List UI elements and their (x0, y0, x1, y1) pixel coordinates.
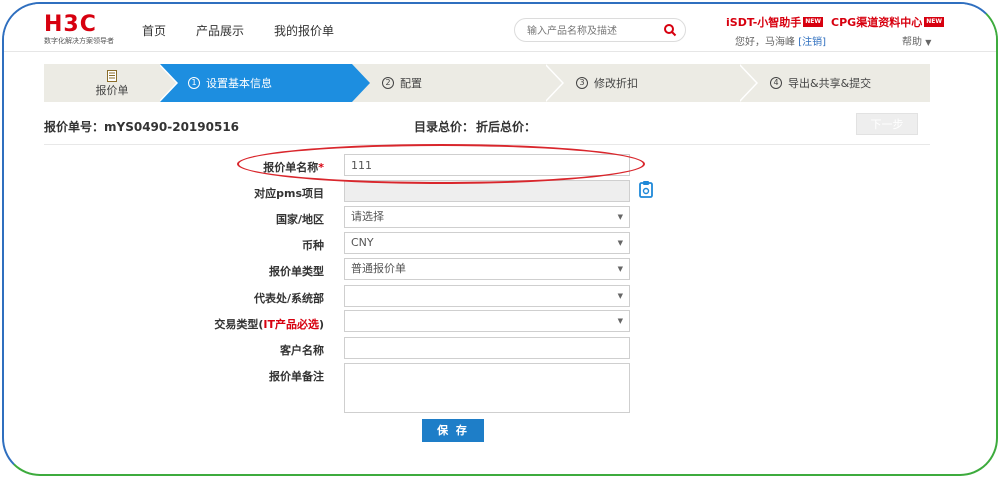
office-field-label: 代表处/系统部 (253, 292, 324, 305)
logout-link[interactable]: [注销] (798, 37, 826, 48)
active-step-arrow (352, 64, 370, 102)
country-field-label: 国家/地区 (275, 213, 324, 226)
dropdown-caret-icon: ▼ (617, 213, 623, 221)
dropdown-caret-icon: ▼ (617, 292, 623, 300)
step-quote[interactable]: 报价单 (84, 66, 140, 102)
quote-name-input[interactable] (344, 154, 630, 176)
step-label: 设置基本信息 (206, 77, 272, 90)
remark-textarea[interactable] (344, 363, 630, 413)
step-label: 配置 (400, 77, 422, 90)
step-4[interactable]: 4 导出&共享&提交 (770, 64, 871, 102)
step-number: 3 (576, 77, 588, 89)
search-icon[interactable] (663, 23, 677, 37)
step-quote-label: 报价单 (95, 84, 129, 97)
user-greeting: 您好，马海峰 (735, 37, 795, 48)
step-3[interactable]: 3 修改折扣 (576, 64, 638, 102)
step-separator (544, 64, 562, 102)
save-button[interactable]: 保 存 (422, 419, 484, 442)
customer-field-label: 客户名称 (280, 344, 324, 357)
cpg-link[interactable]: CPG渠道资料中心 (831, 14, 922, 30)
step-label: 导出&共享&提交 (788, 77, 872, 90)
trade-label-required-note: IT产品必选 (263, 318, 319, 331)
nav-home[interactable]: 首页 (142, 22, 166, 39)
user-greeting-line: 您好，马海峰 [注销] (735, 33, 826, 48)
help-label: 帮助 (902, 37, 922, 48)
app-frame: H3C 数字化解决方案领导者 首页 产品展示 我的报价单 iSDT-小智助手 N… (2, 2, 998, 476)
step-separator (738, 64, 756, 102)
trade-type-field-label: 交易类型(IT产品必选) (214, 316, 324, 332)
remark-field-label: 报价单备注 (269, 370, 324, 383)
isdt-link[interactable]: iSDT-小智助手 (726, 14, 801, 30)
divider (44, 144, 930, 145)
pms-project-input[interactable] (344, 180, 630, 202)
quote-type-select-value: 普通报价单 (351, 262, 406, 275)
step-progress-bar: 报价单 1 设置基本信息 2 配置 3 修改折扣 4 导出&共享&提交 (44, 64, 930, 102)
pms-field-label: 对应pms项目 (254, 187, 324, 200)
quote-number-label: 报价单号： (44, 120, 105, 134)
quote-type-select[interactable]: 普通报价单 ▼ (344, 258, 630, 280)
customer-name-input[interactable] (344, 337, 630, 359)
type-field-label: 报价单类型 (269, 265, 324, 278)
dropdown-caret-icon: ▼ (617, 317, 623, 325)
dropdown-caret-icon: ▼ (617, 265, 623, 273)
trade-label-suffix: ) (318, 318, 324, 331)
trade-type-select[interactable]: ▼ (344, 310, 630, 332)
step-label: 修改折扣 (594, 77, 638, 90)
name-label-text: 报价单名称 (263, 161, 319, 174)
trade-label-prefix: 交易类型( (214, 318, 264, 331)
step-number: 4 (770, 77, 782, 89)
dropdown-caret-icon: ▼ (617, 239, 623, 247)
new-badge: NEW (924, 17, 944, 27)
search-input[interactable] (527, 23, 657, 39)
new-badge: NEW (803, 17, 824, 27)
step-1[interactable]: 1 设置基本信息 (188, 64, 272, 102)
nav-my-quotes[interactable]: 我的报价单 (274, 22, 334, 39)
next-step-button[interactable]: 下一步 (856, 113, 918, 135)
search-box (514, 18, 686, 42)
clipboard-icon[interactable] (638, 180, 654, 198)
step-number: 2 (382, 77, 394, 89)
country-select-value: 请选择 (351, 210, 384, 223)
logo-tagline: 数字化解决方案领导者 (44, 37, 114, 45)
step-number: 1 (188, 77, 200, 89)
required-mark: * (318, 161, 324, 174)
caret-down-icon: ▼ (925, 38, 932, 47)
h3c-logo[interactable]: H3C 数字化解决方案领导者 (44, 14, 124, 50)
help-menu[interactable]: 帮助 ▼ (902, 33, 931, 48)
top-header: H3C 数字化解决方案领导者 首页 产品展示 我的报价单 iSDT-小智助手 N… (4, 4, 996, 52)
nav-products[interactable]: 产品展示 (196, 22, 244, 39)
step-separator (158, 64, 176, 102)
step-2[interactable]: 2 配置 (382, 64, 422, 102)
office-select[interactable]: ▼ (344, 285, 630, 307)
currency-select[interactable]: CNY ▼ (344, 232, 630, 254)
main-nav: 首页 产品展示 我的报价单 (142, 22, 364, 39)
document-icon (107, 70, 117, 82)
quote-number-value: mYS0490-20190516 (104, 120, 240, 134)
list-total-label: 目录总价： (414, 120, 475, 134)
name-field-label: 报价单名称* (214, 159, 324, 175)
country-select[interactable]: 请选择 ▼ (344, 206, 630, 228)
discount-total-label: 折后总价： (476, 120, 537, 134)
currency-field-label: 币种 (302, 239, 324, 252)
currency-select-value: CNY (351, 236, 374, 249)
quote-number: 报价单号：mYS0490-20190516 (44, 118, 239, 135)
external-links: iSDT-小智助手 NEW CPG渠道资料中心 NEW (726, 14, 952, 30)
logo-text: H3C (44, 12, 97, 37)
